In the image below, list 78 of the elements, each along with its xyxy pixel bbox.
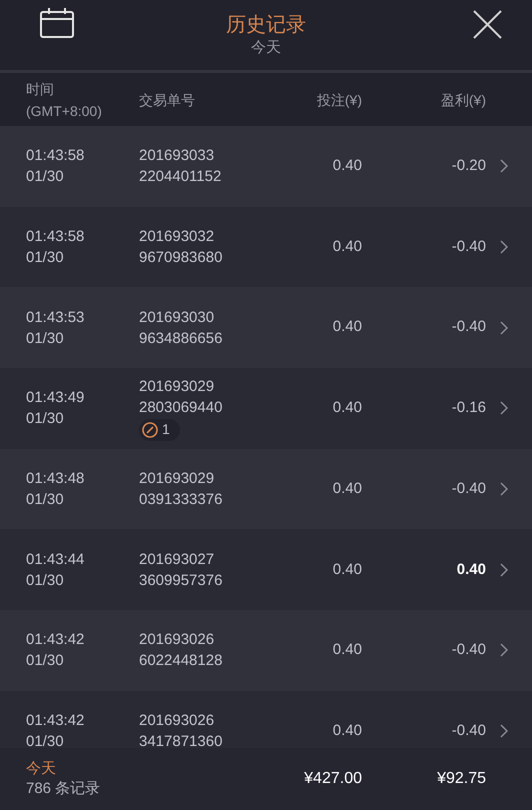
history-row[interactable]: 01:43:53 01/30 201693030 9634886656 0.40 -0.40 <box>0 287 532 368</box>
bonus-badge: 1 <box>139 418 180 441</box>
chevron-right-icon <box>500 240 508 254</box>
time-cell-text: 01:43:42 <box>26 711 86 732</box>
chevron-right-icon <box>500 320 508 335</box>
order-number: 201693033 <box>139 146 216 166</box>
time-cell-text: 01:43:44 <box>26 550 86 570</box>
time-cell-text: 01:43:48 <box>26 469 86 490</box>
stake-cell-text: 0.40 <box>332 478 362 499</box>
order-number: 6022448128 <box>139 651 224 672</box>
calendar-icon[interactable] <box>40 8 74 38</box>
order-number: 201693030 <box>139 308 216 328</box>
stake-cell-text: 0.40 <box>332 640 362 660</box>
order-number: 201693029 <box>139 469 216 490</box>
profit-cell-text: -0.16 <box>450 398 486 418</box>
period-label: 今天 <box>26 759 57 779</box>
order-number: 2803069440 <box>139 398 224 418</box>
chevron-right-icon <box>500 482 508 496</box>
time-cell-text: 01:43:49 <box>26 388 86 408</box>
date-cell-text: 01/30 <box>26 328 65 349</box>
order-number: 201693027 <box>139 550 216 570</box>
order-number: 9670983680 <box>139 248 224 268</box>
date-cell-text: 01/30 <box>26 248 65 268</box>
column-header: 交易单号 <box>139 90 196 110</box>
history-row[interactable]: 01:43:42 01/30 201693026 6022448128 0.40 -0.40 <box>0 610 532 691</box>
profit-cell-text: -0.40 <box>450 720 486 741</box>
date-cell-text: 01/30 <box>26 651 65 672</box>
total-profit: ¥92.75 <box>436 769 486 789</box>
stake-cell-text: 0.40 <box>332 156 362 176</box>
time-cell-text: 01:43:53 <box>26 308 86 328</box>
history-row[interactable]: 01:43:58 01/30 201693032 9670983680 0.40 -0.40 <box>0 206 532 288</box>
order-number: 201693032 <box>139 227 216 248</box>
order-number: 0391333376 <box>139 490 224 510</box>
date-cell-text: 01/30 <box>26 167 65 188</box>
total-stake: ¥427.00 <box>303 769 362 789</box>
order-number: 201693029 <box>139 376 216 397</box>
time-cell-text: 01:43:42 <box>26 630 86 650</box>
order-number: 9634886656 <box>139 328 224 349</box>
history-row[interactable]: 01:43:49 01/30 201693029 2803069440 1 0.40 -0.16 <box>0 368 532 449</box>
date-range-label: 今天 <box>251 38 281 58</box>
stake-cell-text: 0.40 <box>332 236 362 257</box>
history-row[interactable]: 01:43:42 01/30 201693026 3417871360 0.40 -0.40 <box>0 690 532 748</box>
chevron-right-icon <box>500 562 508 577</box>
stake-cell-text: 0.40 <box>332 398 362 418</box>
stake-cell-text: 0.40 <box>332 560 362 580</box>
profit-cell-text: 0.40 <box>456 560 486 580</box>
close-icon[interactable] <box>473 10 502 39</box>
column-header: 投注(¥) <box>316 90 362 110</box>
chevron-right-icon <box>500 159 508 174</box>
date-cell-text: 01/30 <box>26 490 65 510</box>
stake-cell-text: 0.40 <box>332 720 362 741</box>
history-row[interactable]: 01:43:44 01/30 201693027 3609957376 0.40 0.40 <box>0 529 532 610</box>
chevron-right-icon <box>500 643 508 658</box>
time-cell-text: 01:43:58 <box>26 227 86 248</box>
record-count: 786 条记录 <box>26 779 102 799</box>
order-number: 201693026 <box>139 630 216 650</box>
time-cell-text: 01:43:58 <box>26 146 86 166</box>
order-number: 3417871360 <box>139 732 224 748</box>
stake-cell-text: 0.40 <box>332 317 362 338</box>
order-number: 201693026 <box>139 711 216 732</box>
history-row[interactable]: 01:43:48 01/30 201693029 0391333376 0.40 -0.40 <box>0 448 532 530</box>
page-title: 历史记录 <box>226 13 306 38</box>
order-number: 2204401152 <box>139 167 222 188</box>
chevron-right-icon <box>500 724 508 738</box>
profit-cell-text: -0.40 <box>450 236 486 257</box>
order-number: 3609957376 <box>139 570 224 591</box>
profit-cell-text: -0.40 <box>450 640 486 660</box>
column-header: 盈利(¥) <box>440 90 486 110</box>
date-cell-text: 01/30 <box>26 570 65 591</box>
column-header: (GMT+8:00) <box>26 102 103 121</box>
date-cell-text: 01/30 <box>26 409 65 430</box>
chevron-right-icon <box>500 401 508 416</box>
date-cell-text: 01/30 <box>26 732 65 748</box>
profit-cell-text: -0.40 <box>450 478 486 499</box>
profit-cell-text: -0.20 <box>450 156 486 176</box>
column-header: 时间 <box>26 80 55 98</box>
history-row[interactable]: 01:43:58 01/30 201693033 2204401152 0.40 -0.20 <box>0 126 532 207</box>
profit-cell-text: -0.40 <box>450 317 486 338</box>
